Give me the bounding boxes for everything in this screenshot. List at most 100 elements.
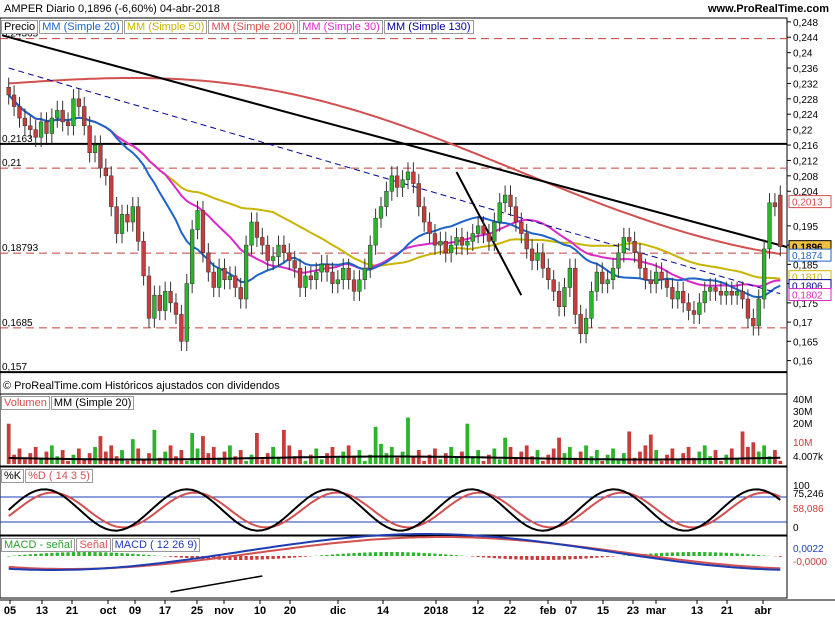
macd-hist-bar (379, 552, 383, 556)
macd-hist-bar (454, 555, 459, 556)
volume-bar (454, 457, 459, 464)
candle-body (637, 252, 643, 269)
macd-legend-item[interactable]: Señal (76, 538, 111, 552)
candle-body (195, 210, 200, 230)
macd-hist-bar (239, 556, 243, 560)
macd-hist-bar (757, 554, 761, 556)
price-tick-label: 0,208 (793, 172, 818, 183)
volume-bar (308, 454, 313, 464)
volume-bar (697, 451, 702, 464)
x-tick-label: nov (214, 605, 234, 617)
candle-body (368, 244, 373, 269)
candle-body (238, 287, 243, 300)
volume-bar (330, 446, 335, 464)
x-tick-label: 20 (284, 605, 296, 617)
candle-body (708, 287, 713, 292)
macd-hist-bar (708, 552, 712, 556)
macd-hist-bar (131, 553, 135, 556)
volume-legend: Volumen MM (Simple 20) (1, 396, 135, 410)
price-legend-item[interactable]: MM (Simple 30) (299, 20, 383, 34)
stoch-legend-item[interactable]: %D ( 14 3 5) (25, 469, 93, 483)
volume-bar (492, 448, 497, 464)
macd-hist-bar (557, 556, 561, 560)
volume-legend-item[interactable]: Volumen (1, 396, 50, 410)
candle-body (470, 233, 475, 242)
macd-hist-bar (400, 552, 405, 556)
candle-body (681, 291, 686, 304)
candle-body (233, 275, 238, 288)
macd-hist-bar (676, 552, 680, 556)
macd-hist-bar (433, 553, 437, 556)
volume-bar (540, 460, 545, 464)
macd-hist-bar (147, 554, 151, 556)
price-legend-item[interactable]: MM (Simple 20) (39, 20, 123, 34)
macd-hist-bar (44, 553, 49, 556)
volume-bar (244, 460, 249, 464)
macd-hist-bar (411, 552, 416, 556)
candle-body (265, 244, 270, 261)
price-tick-label: 0,195 (793, 222, 818, 233)
volume-bar (168, 445, 173, 464)
candle-body (502, 194, 508, 204)
macd-hist-bar (552, 556, 556, 560)
volume-bar (125, 460, 130, 464)
candle-body (211, 271, 216, 288)
macd-hist-bar (692, 552, 696, 556)
stoch-legend-item[interactable]: %K (1, 469, 25, 483)
x-tick-label: oct (100, 605, 117, 617)
macd-hist-bar (23, 554, 27, 556)
candle-body (292, 260, 297, 269)
macd-legend-item[interactable]: MACD - señal (1, 538, 76, 552)
macd-hist-bar (71, 552, 76, 556)
candle-body (227, 275, 233, 281)
candle-body (319, 264, 324, 273)
candle-body (443, 241, 448, 254)
candle-body (594, 271, 599, 292)
price-legend-item[interactable]: MM (Simple 200) (208, 20, 299, 34)
candle-body (330, 271, 335, 284)
volume-bar (60, 450, 65, 464)
macd-hist-bar (325, 554, 329, 556)
candle-body (492, 221, 497, 242)
candle-body (562, 287, 567, 307)
macd-hist-bar (514, 556, 518, 560)
price-legend-item[interactable]: MM (Simple 130) (383, 20, 474, 34)
candle-body (400, 179, 405, 188)
candle-body (49, 117, 55, 134)
price-legend-item[interactable]: MM (Simple 50) (123, 20, 208, 34)
candle-body (513, 206, 519, 223)
x-tick-label: 05 (4, 605, 16, 617)
x-tick-label: 13 (36, 605, 48, 617)
macd-hist-bar (390, 552, 394, 556)
candle-body (216, 267, 222, 288)
volume-bar (66, 460, 70, 464)
volume-bar (233, 456, 238, 464)
candle-body (648, 279, 653, 284)
volume-bar (654, 450, 659, 464)
macd-hist-bar (347, 553, 351, 556)
candle-body (745, 298, 751, 319)
x-tick-label: abr (754, 605, 772, 617)
volume-bar (271, 446, 275, 464)
candle-body (6, 87, 11, 96)
volume-bar (567, 446, 572, 464)
chart-canvas[interactable]: 0,243650,21630,210,187930,16850,1570,248… (0, 0, 835, 620)
candle-body (92, 144, 98, 153)
macd-hist-bar (595, 556, 599, 558)
candle-body (109, 175, 114, 207)
macd-hist-bar (703, 552, 707, 556)
stoch-legend: %K %D ( 14 3 5) (1, 469, 94, 483)
macd-hist-bar (444, 554, 448, 556)
volume-legend-item[interactable]: MM (Simple 20) (50, 396, 135, 410)
candle-body (308, 275, 314, 281)
candle-body (578, 314, 583, 334)
candle-body (357, 279, 362, 292)
volume-bar (670, 448, 675, 464)
macd-hist-bar (168, 556, 173, 557)
volume-ma-line (8, 455, 781, 461)
candle-body (767, 202, 772, 250)
price-legend-item[interactable]: Precio (1, 20, 39, 34)
candle-body (772, 202, 778, 207)
macd-legend-item[interactable]: MACD ( 12 26 9) (111, 538, 201, 552)
volume-bar (449, 446, 454, 464)
